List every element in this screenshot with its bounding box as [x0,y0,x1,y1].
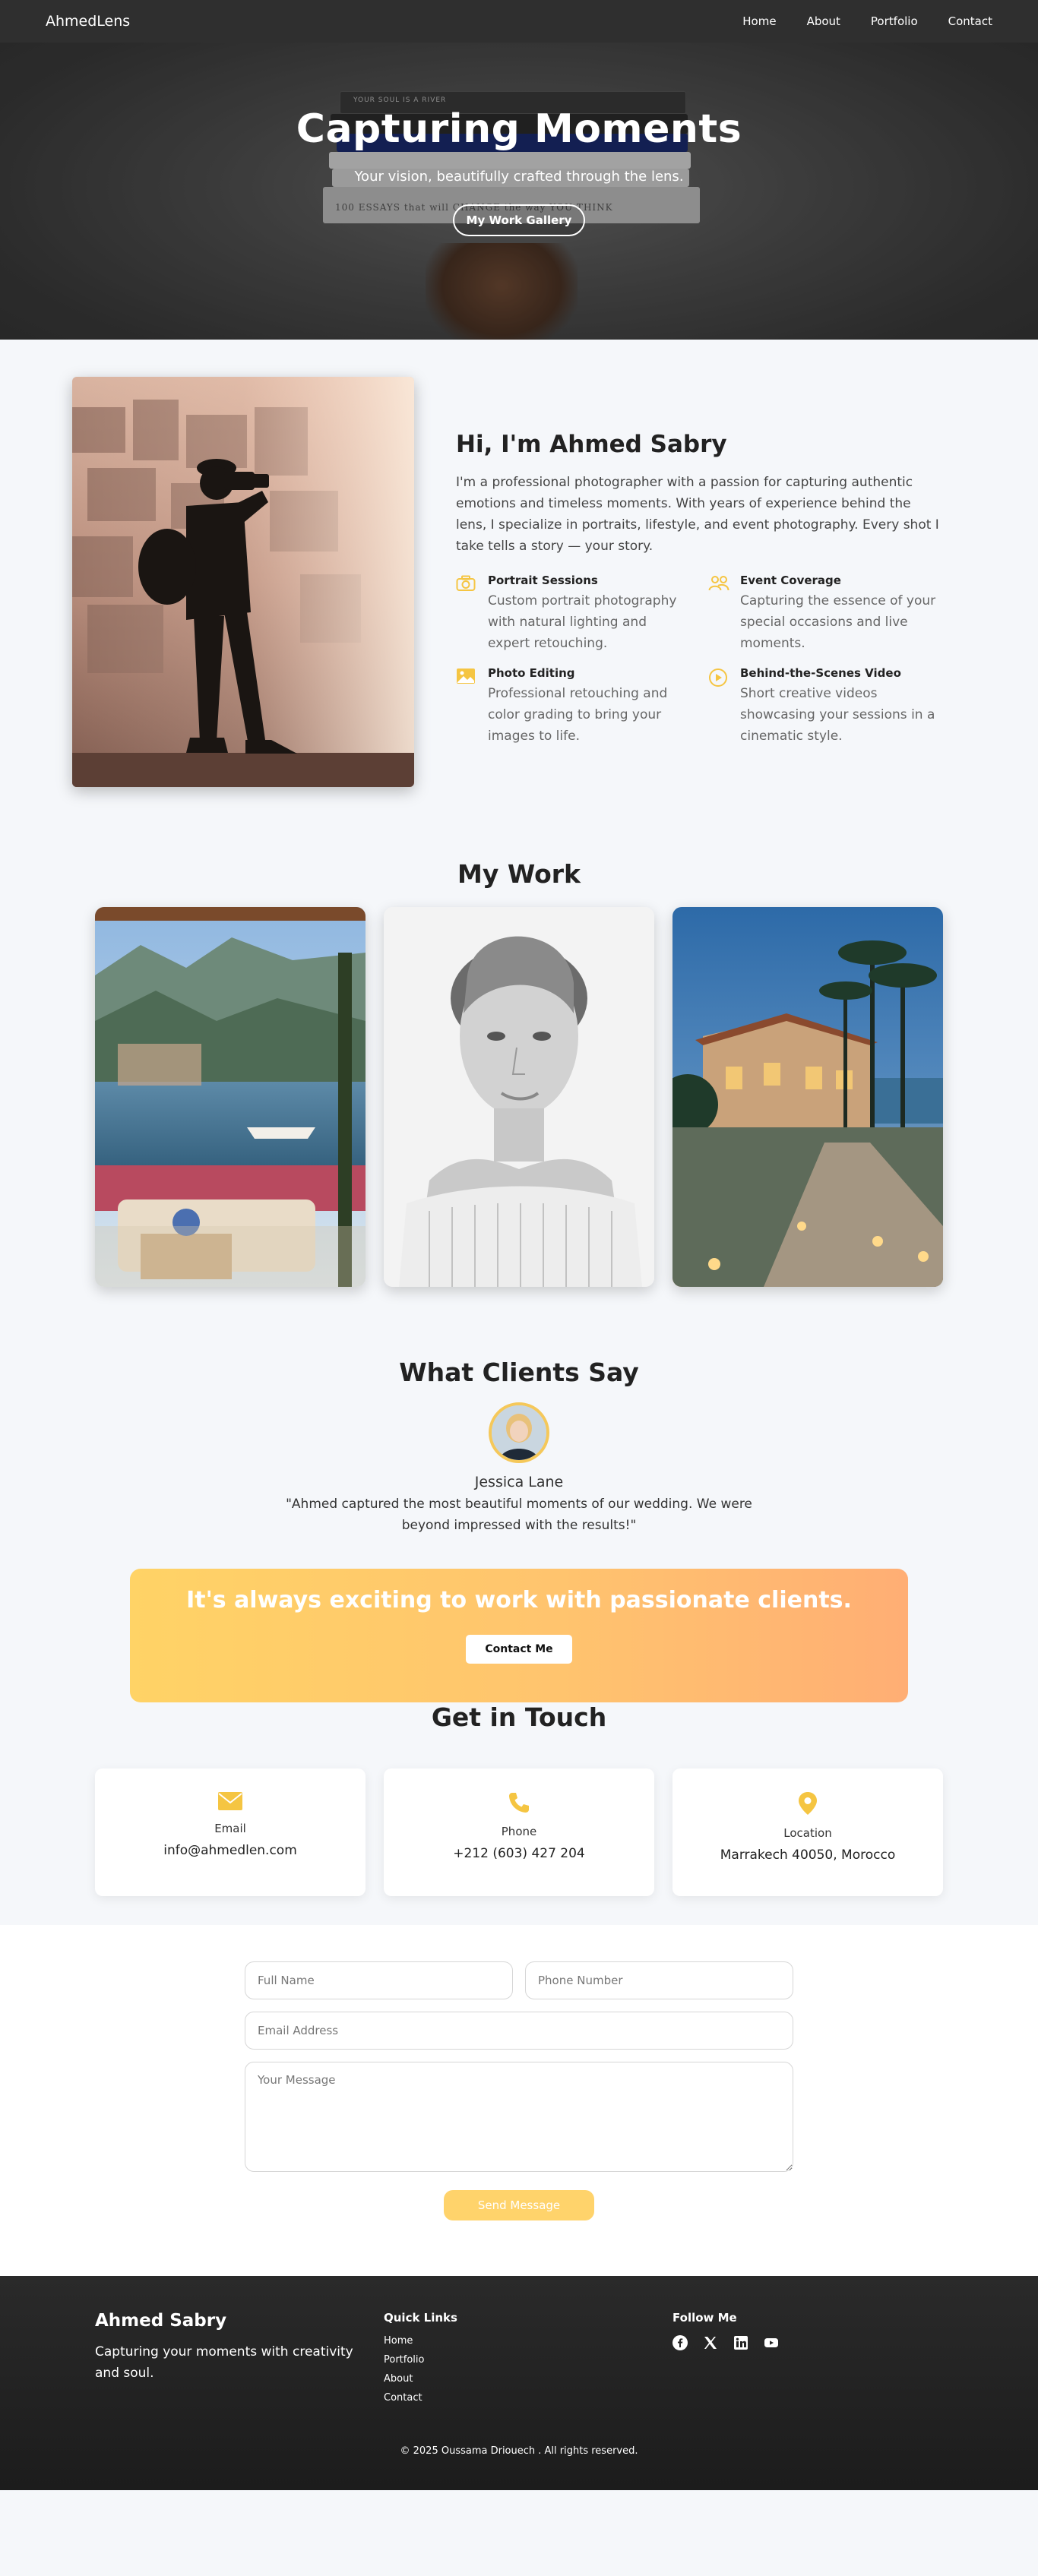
service-desc: Short creative videos showcasing your se… [740,686,935,744]
service-item: Photo Editing Professional retouching an… [456,666,684,747]
gallery-image-villa[interactable] [672,907,943,1287]
contact-form-section: Send Message [0,1925,1038,2276]
footer-link-home[interactable]: Home [384,2335,457,2347]
service-item: Portrait Sessions Custom portrait photog… [456,574,684,654]
about-paragraph: I'm a professional photographer with a p… [456,475,939,554]
message-textarea[interactable] [245,2062,793,2172]
contact-cards: Email info@ahmedlen.com Phone +212 (603)… [95,1768,943,1896]
nav-link-portfolio[interactable]: Portfolio [871,14,918,28]
quick-links-title: Quick Links [384,2311,457,2325]
nav-links: Home About Portfolio Contact [742,14,992,28]
contact-card-phone: Phone +212 (603) 427 204 [384,1768,654,1896]
service-title: Portrait Sessions [488,574,598,587]
cta-title: It's always exciting to work with passio… [186,1587,852,1614]
gallery-image-portrait[interactable] [384,907,654,1287]
service-title: Behind-the-Scenes Video [740,666,901,680]
facebook-icon[interactable] [672,2335,688,2350]
work-section: My Work [0,795,1038,1323]
cta-section: It's always exciting to work with passio… [0,1518,1038,1702]
footer-about: Ahmed Sabry Capturing your moments with … [95,2311,353,2384]
service-desc: Professional retouching and color gradin… [488,686,668,744]
follow-title: Follow Me [672,2311,737,2325]
nav-link-home[interactable]: Home [742,14,776,28]
work-title: My Work [457,859,581,889]
contact-value: Marrakech 40050, Morocco [720,1847,896,1863]
about-title: Hi, I'm Ahmed Sabry [456,431,727,458]
contact-label: Phone [501,1825,537,1838]
contact-form: Send Message [245,1961,793,2220]
contact-card-email: Email info@ahmedlen.com [95,1768,366,1896]
full-name-input[interactable] [245,1961,513,1999]
footer-name: Ahmed Sabry [95,2311,227,2331]
camera-icon [456,574,477,654]
email-input[interactable] [245,2012,793,2050]
site-footer: Ahmed Sabry Capturing your moments with … [0,2276,1038,2490]
about-text: Hi, I'm Ahmed Sabry I'm a professional p… [456,431,942,747]
footer-tagline: Capturing your moments with creativity a… [95,2344,353,2381]
testimonial-section: What Clients Say Jessica Lane "Ahmed cap… [0,1323,1038,1533]
brand-logo[interactable]: AhmedLens [46,13,130,30]
footer-follow: Follow Me [672,2311,779,2350]
hero-content: Capturing Moments Your vision, beautiful… [0,106,1038,236]
linkedin-icon[interactable] [733,2335,748,2350]
phone-number-input[interactable] [525,1961,793,1999]
service-desc: Capturing the essence of your special oc… [740,593,936,651]
hero-subtitle: Your vision, beautifully crafted through… [354,169,684,185]
client-avatar [489,1402,549,1463]
contact-section: Get in Touch Email info@ahmedlen.com Pho… [0,1672,1038,1925]
copyright-text: © 2025 Oussama Driouech . All rights res… [400,2445,638,2457]
work-gallery-button[interactable]: My Work Gallery [452,204,586,236]
footer-quick-links: Quick Links Home Portfolio About Contact [384,2311,457,2404]
youtube-icon[interactable] [764,2335,779,2350]
service-item: Event Coverage Capturing the essence of … [708,574,936,654]
contact-value[interactable]: info@ahmedlen.com [95,1843,366,1858]
send-message-button[interactable]: Send Message [444,2190,594,2220]
footer-link-portfolio[interactable]: Portfolio [384,2354,457,2366]
footer-link-contact[interactable]: Contact [384,2392,457,2404]
contact-card-location: Location Marrakech 40050, Morocco [672,1768,943,1896]
contact-label: Email [214,1822,246,1835]
image-icon [456,666,477,747]
services-grid: Portrait Sessions Custom portrait photog… [456,574,942,747]
nav-link-contact[interactable]: Contact [948,14,992,28]
service-item: Behind-the-Scenes Video Short creative v… [708,666,936,747]
people-icon [708,574,729,654]
photographer-photo [72,377,414,787]
top-navbar: AhmedLens Home About Portfolio Contact [0,0,1038,43]
footer-link-about[interactable]: About [384,2373,457,2385]
contact-value[interactable]: +212 (603) 427 204 [384,1846,654,1861]
phone-icon [384,1791,654,1817]
client-name: Jessica Lane [474,1474,564,1490]
x-icon[interactable] [703,2335,718,2350]
service-title: Event Coverage [740,574,841,587]
contact-me-button[interactable]: Contact Me [466,1635,572,1664]
hero-section: YOUR SOUL IS A RIVER 100 ESSAYS that wil… [0,0,1038,340]
location-pin-icon [672,1791,943,1819]
about-section: Hi, I'm Ahmed Sabry I'm a professional p… [0,340,1038,795]
work-gallery [95,907,943,1287]
contact-title: Get in Touch [431,1702,607,1732]
service-title: Photo Editing [488,666,575,680]
hero-title: Capturing Moments [296,106,742,152]
testimonial-title: What Clients Say [399,1358,639,1387]
nav-link-about[interactable]: About [807,14,840,28]
play-icon [708,666,729,747]
envelope-icon [95,1791,366,1814]
service-desc: Custom portrait photography with natural… [488,593,677,651]
contact-label: Location [783,1826,832,1840]
gallery-image-lake[interactable] [95,907,366,1287]
